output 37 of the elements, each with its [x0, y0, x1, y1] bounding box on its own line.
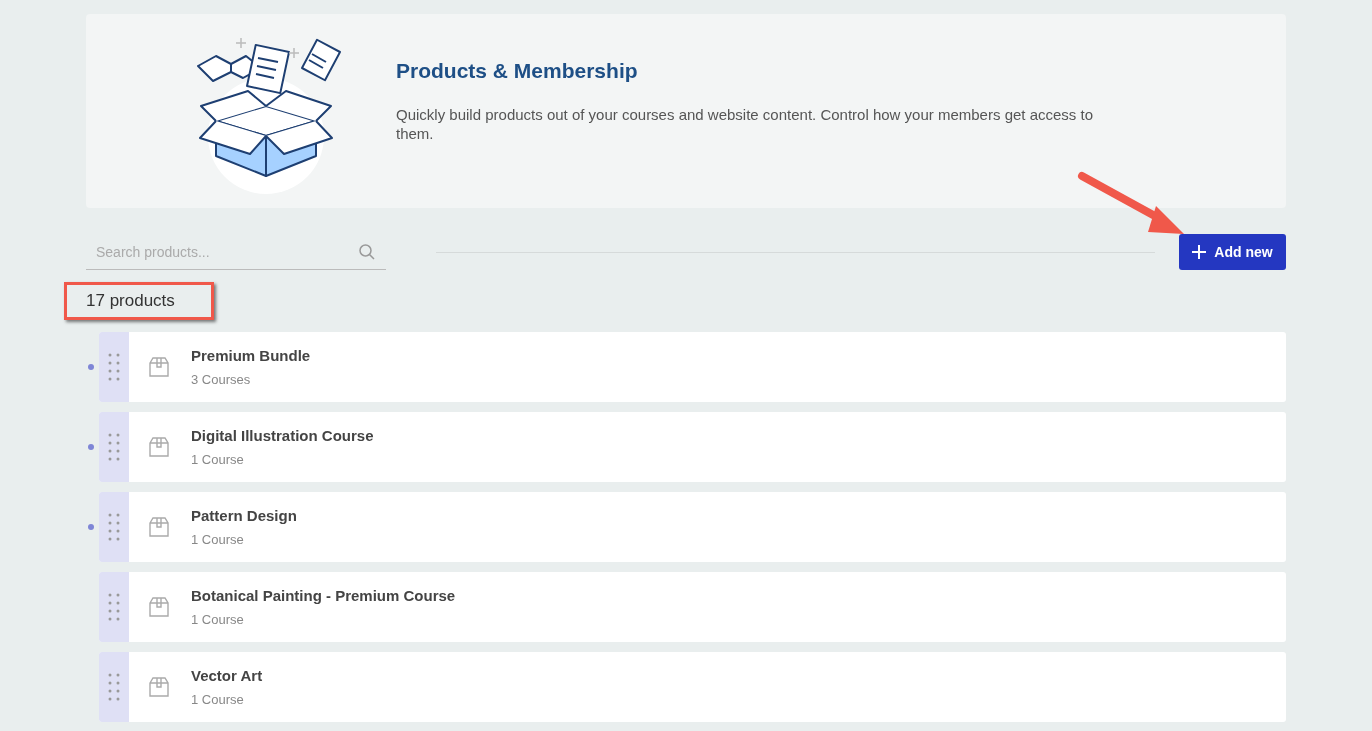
box-icon	[147, 595, 171, 619]
box-icon	[147, 515, 171, 539]
drag-dots-icon	[108, 352, 120, 382]
drag-handle[interactable]	[99, 572, 129, 642]
drag-dots-icon	[108, 432, 120, 462]
product-name: Vector Art	[191, 667, 263, 684]
product-row[interactable]: Digital Illustration Course 1 Course	[99, 412, 1286, 482]
course-count: 1 Course	[191, 612, 245, 627]
page-description: Quickly build products out of your courses and website content. Control how your members get access to them.	[396, 105, 1094, 143]
product-name: Pattern Design	[191, 507, 297, 524]
product-row[interactable]: Botanical Painting - Premium Course 1 Course	[99, 572, 1286, 642]
course-count: 1 Course	[191, 692, 245, 707]
box-icon	[147, 675, 171, 699]
product-name: Premium Bundle	[191, 347, 311, 364]
search-field[interactable]: Search products...	[86, 243, 358, 260]
product-row[interactable]: Premium Bundle 3 Courses	[99, 332, 1286, 402]
course-count: 1 Course	[191, 452, 245, 467]
drag-handle[interactable]	[99, 412, 129, 482]
product-row[interactable]: Vector Art 1 Course	[99, 652, 1286, 722]
add-new-button[interactable]: Add new	[1179, 234, 1286, 270]
drag-handle[interactable]	[99, 492, 129, 562]
product-name: Botanical Painting - Premium Course	[191, 587, 456, 604]
page-title: Products & Membership	[396, 59, 639, 83]
box-icon	[147, 435, 171, 459]
product-name: Digital Illustration Course	[191, 427, 374, 444]
drag-handle[interactable]	[99, 652, 129, 722]
plus-icon	[1192, 245, 1207, 259]
box-icon	[147, 355, 171, 379]
course-count: 1 Course	[191, 532, 245, 547]
drag-dots-icon	[108, 592, 120, 622]
course-count: 3 Courses	[191, 372, 252, 387]
product-count: 17 products	[86, 291, 175, 311]
drag-handle[interactable]	[99, 332, 129, 402]
search-icon	[358, 242, 376, 261]
drag-dots-icon	[108, 672, 120, 702]
product-row[interactable]: Pattern Design 1 Course	[99, 492, 1286, 562]
drag-dots-icon	[108, 512, 120, 542]
